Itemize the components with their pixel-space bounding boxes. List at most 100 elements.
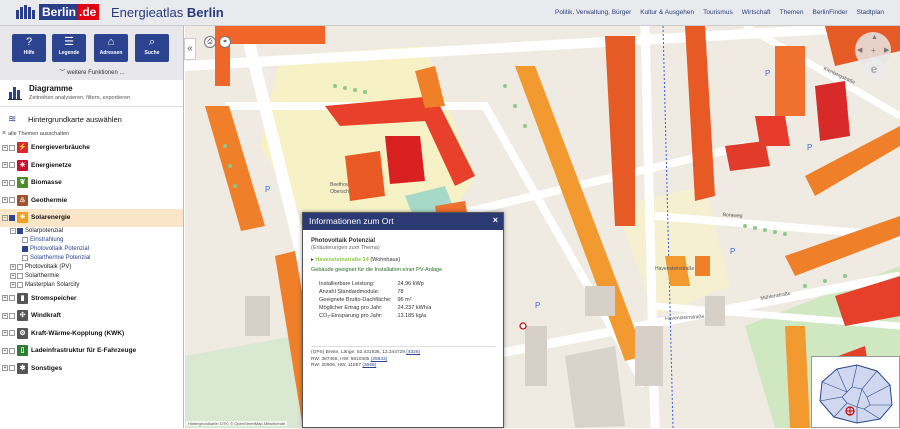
nav-link-kultur[interactable]: Kultur & Ausgehen: [640, 9, 694, 16]
expand-icon[interactable]: +: [2, 144, 8, 151]
charging-station-icon: ▯: [17, 345, 28, 357]
expand-icon[interactable]: +: [2, 347, 8, 354]
layer-checkbox[interactable]: [17, 273, 23, 279]
layer-stromspeicher[interactable]: + ▮ Stromspeicher: [0, 290, 183, 308]
popup-section-subtitle-link[interactable]: (Erläuterungen zum Thema): [311, 245, 495, 252]
pan-right-icon[interactable]: ▶: [884, 46, 889, 54]
coords-utm-link[interactable]: (25833): [371, 357, 388, 362]
expand-icon[interactable]: +: [2, 365, 8, 372]
pv-values-table: Installierbare Leistung: 24,96 kWp Anzahl…: [319, 280, 437, 320]
layer-solarenergie[interactable]: − ☀ Solarenergie: [0, 209, 183, 227]
expand-icon[interactable]: +: [2, 162, 8, 169]
sublayer-label: Solarpotenzial: [25, 228, 64, 234]
more-functions-toggle[interactable]: ﹀ weitere Funktionen ...: [0, 67, 183, 76]
print-icon[interactable]: ⎙: [204, 36, 216, 48]
table-row: Installierbare Leistung: 24,96 kWp: [319, 280, 437, 288]
layer-checkbox[interactable]: [9, 365, 15, 372]
svg-text:P: P: [765, 69, 770, 78]
diagrams-panel[interactable]: Diagramme Zeitreihen analysieren, filter…: [0, 81, 183, 107]
layer-energieverbraeuche[interactable]: + ⚡ Energieverbräuche: [0, 139, 183, 157]
layer-kwk[interactable]: + ⚙ Kraft-Wärme-Kopplung (KWK): [0, 325, 183, 343]
sublayer-solarthermie-potenzial[interactable]: Solarthermie Potenzial: [0, 254, 183, 263]
sublayer-label: Solarthermie: [25, 273, 60, 279]
row-value: 96 m²: [397, 296, 412, 303]
layer-checkbox[interactable]: [9, 162, 15, 169]
more-functions-label: weitere Funktionen ...: [67, 70, 125, 76]
overview-map[interactable]: [811, 356, 900, 428]
layer-ladeinfrastruktur[interactable]: + ▯ Ladeinfrastruktur für E-Fahrzeuge: [0, 342, 183, 360]
collapse-icon[interactable]: −: [2, 214, 8, 221]
expand-icon[interactable]: +: [2, 330, 8, 337]
nav-link-berlinfinder[interactable]: BerlinFinder: [812, 9, 847, 16]
search-button[interactable]: ⌕ Suche: [135, 34, 169, 62]
pan-left-icon[interactable]: ◀: [857, 46, 862, 54]
expand-icon[interactable]: +: [2, 295, 8, 302]
sublayer-label: Solarthermie Potenzial: [30, 255, 91, 261]
layer-sonstiges[interactable]: + ✱ Sonstiges: [0, 360, 183, 378]
hide-all-themes[interactable]: × alle Themen ausschalten: [2, 130, 69, 137]
layer-checkbox[interactable]: [9, 312, 15, 319]
logo-text-berlin: Berlin: [39, 4, 79, 20]
collapse-sidebar-button[interactable]: «: [184, 38, 196, 60]
sublayer-masterplan-solarcity[interactable]: + Masterplan Solarcity: [0, 281, 183, 290]
coords-gps-link[interactable]: (4326): [406, 350, 420, 355]
measure-icon[interactable]: ⌗: [219, 36, 231, 48]
layer-checkbox[interactable]: [9, 197, 15, 204]
close-icon[interactable]: ×: [493, 215, 498, 225]
legend-button[interactable]: ☰ Legende: [52, 34, 86, 62]
layer-checkbox[interactable]: [9, 179, 15, 186]
collapse-icon[interactable]: −: [10, 228, 16, 234]
geothermal-icon: ♨: [17, 194, 28, 206]
map-canvas[interactable]: P P P P P Beethov Obersch Havensteinstra…: [185, 26, 900, 428]
layer-label: Energieverbräuche: [31, 144, 90, 152]
nav-link-politik[interactable]: Politik, Verwaltung, Bürger: [555, 9, 631, 16]
layer-checkbox[interactable]: [22, 246, 28, 252]
pan-up-icon[interactable]: ▲: [871, 34, 878, 41]
expand-icon[interactable]: +: [2, 197, 8, 204]
layer-checkbox[interactable]: [17, 264, 23, 270]
zoom-in-icon[interactable]: +: [871, 46, 876, 55]
layer-geothermie[interactable]: + ♨ Geothermie: [0, 192, 183, 210]
layer-checkbox[interactable]: [17, 282, 23, 288]
chp-plant-icon: ⚙: [17, 327, 28, 339]
map-background: P P P P P: [185, 26, 900, 428]
layer-checkbox[interactable]: [22, 255, 28, 261]
help-button[interactable]: ? Hilfe: [12, 34, 46, 62]
table-row: CO₂-Einsparung pro Jahr: 13.185 kg/a: [319, 312, 437, 320]
layer-windkraft[interactable]: + ✣ Windkraft: [0, 307, 183, 325]
popup-coordinates: (GPS) Breite, Länge: 52.431936, 13.34472…: [311, 346, 496, 370]
sublayer-pv-potenzial[interactable]: Photovoltaik Potenzial: [0, 245, 183, 254]
sublayer-photovoltaik[interactable]: + Photovoltaik (PV): [0, 263, 183, 272]
layer-checkbox[interactable]: [9, 295, 15, 302]
sublayer-solarpotenzial[interactable]: − Solarpotenzial: [0, 227, 183, 236]
street-label-boraweg: Boraweg: [722, 212, 743, 220]
compass-icon[interactable]: e: [863, 58, 885, 80]
nav-link-wirtschaft[interactable]: Wirtschaft: [742, 9, 771, 16]
sublayer-label: Photovoltaik (PV): [25, 264, 72, 270]
layer-checkbox[interactable]: [9, 330, 15, 337]
layer-checkbox[interactable]: [17, 228, 23, 234]
sublayer-einstrahlung[interactable]: Einstrahlung: [0, 236, 183, 245]
layer-checkbox[interactable]: [9, 347, 15, 354]
layer-label: Ladeinfrastruktur für E-Fahrzeuge: [31, 347, 137, 355]
expand-icon[interactable]: +: [2, 179, 8, 186]
expand-icon[interactable]: +: [10, 273, 16, 279]
layer-checkbox[interactable]: [9, 214, 15, 221]
sublayer-solarthermie[interactable]: + Solarthermie: [0, 272, 183, 281]
expand-icon[interactable]: +: [10, 282, 16, 288]
layer-checkbox[interactable]: [22, 237, 28, 243]
nav-link-tourismus[interactable]: Tourismus: [703, 9, 733, 16]
berlin-logo[interactable]: Berlin .de: [16, 3, 100, 21]
address-button[interactable]: ⌂ Adressen: [94, 34, 128, 62]
coords-soldner-link[interactable]: (3068): [362, 363, 376, 368]
layer-tree: + ⚡ Energieverbräuche + ✳ Energienetze +…: [0, 139, 183, 378]
nav-link-themen[interactable]: Themen: [780, 9, 804, 16]
layer-energienetze[interactable]: + ✳ Energienetze: [0, 157, 183, 175]
expand-icon[interactable]: +: [10, 264, 16, 270]
energy-network-icon: ✳: [17, 159, 28, 171]
expand-icon[interactable]: +: [2, 312, 8, 319]
layer-checkbox[interactable]: [9, 144, 15, 151]
layer-biomasse[interactable]: + ❦ Biomasse: [0, 174, 183, 192]
nav-link-stadtplan[interactable]: Stadtplan: [857, 9, 884, 16]
basemap-selector[interactable]: ≋ Hintergrundkarte auswählen: [0, 112, 183, 128]
